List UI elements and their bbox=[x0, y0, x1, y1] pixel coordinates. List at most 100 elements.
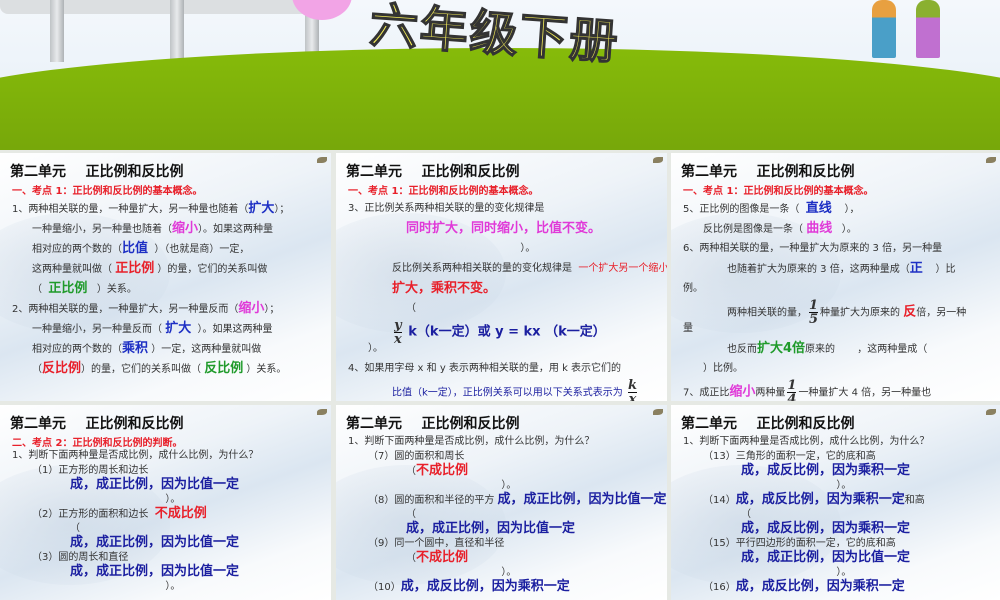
question-text: （ bbox=[70, 522, 80, 534]
question-text: ）。 bbox=[741, 479, 852, 491]
question-text: 反比例是图像是一条（ bbox=[703, 224, 807, 235]
question-text: ）的量，它们的关系叫做 bbox=[154, 264, 268, 275]
answer-text: 比值（k一定），正比例关系可以用以下关系式表示为 bbox=[392, 387, 626, 399]
question-text: 也随着扩大为原来的 3 倍，这两种量成（ bbox=[727, 264, 910, 275]
fraction: 14 bbox=[787, 379, 797, 401]
question-text: ）（也就是商）一定， bbox=[148, 244, 250, 255]
text-line: （10）成，成反比例，因为乘积一定 bbox=[348, 579, 661, 595]
slide-thumbnail[interactable]: 第二单元 正比例和反比例 1、判断下面两种量是否成比例，成什么比例，为什么？ （7… bbox=[336, 405, 667, 600]
answer-text: 曲线 bbox=[806, 221, 833, 236]
bird-icon bbox=[986, 157, 996, 163]
fraction-denominator: 5 bbox=[809, 312, 819, 327]
text-line: 比值（k一定），正比例关系可以用以下关系式表示为 kx bbox=[348, 379, 661, 401]
text-line: （ bbox=[348, 299, 661, 319]
question-text: 相对应的两个数的（ bbox=[32, 244, 122, 255]
answer-text: 不成比例 bbox=[154, 506, 207, 521]
text-line: （2）正方形的面积和边长 不成比例 bbox=[12, 506, 325, 522]
slide-thumbnail[interactable]: 第二单元 正比例和反比例 1、判断下面两种量是否成比例，成什么比例，为什么？ （1… bbox=[671, 405, 1000, 600]
slide-thumbnail[interactable]: 第二单元 正比例和反比例 一、考点 1：正比例和反比例的基本概念。 5、正比例的图… bbox=[671, 153, 1000, 401]
question-text: 2、两种相关联的量，一种量扩大，另一种量反而（ bbox=[12, 304, 239, 315]
question-text: ）的量，它们的关系叫做（ bbox=[81, 364, 205, 375]
answer-text: 成，成反比例，因为乘积一定 bbox=[400, 579, 570, 594]
title-banner: 六年级下册 bbox=[0, 0, 1000, 150]
text-line: （不成比例 bbox=[348, 463, 661, 479]
question-text: 6、两种相关联的量，一种量扩大为原来的 3 倍，另一种量 bbox=[683, 243, 943, 254]
slide-thumbnail[interactable]: 第二单元 正比例和反比例 一、考点 1：正比例和反比例的基本概念。 1、两种相关联… bbox=[0, 153, 331, 401]
answer-text: 正比例 bbox=[48, 281, 88, 296]
question-text: （9）同一个圆中，直径和半径 bbox=[368, 537, 505, 549]
question-text: ）关系。 bbox=[243, 364, 287, 375]
fraction: 15 bbox=[809, 299, 819, 327]
slide-thumbnail[interactable]: 第二单元 正比例和反比例 一、考点 1：正比例和反比例的基本概念。 3、正比例关系… bbox=[336, 153, 667, 401]
answer-text: 成，成反比例，因为乘积一定 bbox=[741, 463, 911, 478]
text-line: 成，成正比例，因为比值一定 bbox=[683, 550, 994, 566]
slide-title: 第二单元 正比例和反比例 bbox=[10, 416, 184, 432]
bird-icon bbox=[653, 157, 663, 163]
question-text: （ bbox=[32, 284, 49, 295]
answer-text: 成，成正比例，因为比值一定 bbox=[497, 492, 667, 507]
answer-text: 成，成正比例，因为比值一定 bbox=[741, 550, 911, 565]
text-line: （9）同一个圆中，直径和半径 bbox=[348, 537, 661, 552]
question-text: 原来的 ，这两种量成（ bbox=[805, 344, 928, 355]
question-text: 5、正比例的图像是一条（ bbox=[683, 204, 806, 215]
text-line: 同时扩大，同时缩小，比值不变。 bbox=[348, 219, 661, 239]
question-text: ）。 bbox=[368, 343, 383, 354]
question-text: （ bbox=[32, 364, 42, 375]
question-text: 两种量 bbox=[755, 387, 786, 399]
question-text: 1、判断下面两种量是否成比例，成什么比例，为什么？ bbox=[12, 450, 259, 461]
text-line: （16）成，成反比例，因为乘积一定 bbox=[683, 579, 994, 595]
slide-body: 1、判断下面两种量是否成比例，成什么比例，为什么？ （7）圆的面积和周长 （不成比例… bbox=[348, 435, 667, 595]
question-text: （3）圆的周长和直径 bbox=[32, 551, 129, 563]
slide-subtitle: 一、考点 1：正比例和反比例的基本概念。 bbox=[348, 186, 539, 197]
text-line: 5、正比例的图像是一条（ 直线 ）， bbox=[683, 199, 994, 219]
fraction-denominator: x bbox=[628, 392, 637, 401]
text-line: 成，成正比例，因为比值一定 bbox=[348, 521, 661, 537]
text-line: 两种相关联的量， 1 5 种量扩大为原来的 反倍，另一种 bbox=[683, 299, 994, 326]
question-text: 量 bbox=[683, 323, 693, 334]
question-text: ）； bbox=[274, 204, 290, 215]
answer-text: 直线 bbox=[805, 201, 832, 216]
answer-text: 不成比例 bbox=[416, 550, 469, 565]
slide-title: 第二单元 正比例和反比例 bbox=[346, 164, 520, 180]
balloon-illustration bbox=[292, 0, 352, 20]
answer-text: 成，成反比例，因为乘积一定 bbox=[741, 521, 911, 536]
text-line: 量 bbox=[683, 319, 994, 339]
question-text: ）。 bbox=[406, 566, 517, 578]
text-line: 7、成正比缩小两种量 1 4 一种量扩大 4 倍，另一种量也 bbox=[683, 379, 994, 401]
text-line: （3）圆的周长和直径 bbox=[12, 551, 325, 566]
question-text: ）。 bbox=[406, 243, 536, 254]
question-text: ）关系。 bbox=[87, 284, 137, 295]
question-text: （ bbox=[406, 466, 416, 477]
text-line: ）。 bbox=[12, 493, 325, 508]
answer-text: 成，成反比例，因为乘积一定 bbox=[735, 579, 905, 594]
text-line: （ bbox=[12, 522, 325, 537]
question-text: （15）平行四边形的面积一定，它的底和高 bbox=[703, 537, 896, 549]
answer-text: 正 bbox=[909, 261, 923, 276]
text-line: （ 正比例 ）关系。 bbox=[12, 279, 325, 299]
question-text: ）。如果这两种量 bbox=[191, 324, 273, 335]
question-text: 7、成正比 bbox=[683, 387, 730, 399]
slide-body: 5、正比例的图像是一条（ 直线 ）， 反比例是图像是一条（ 曲线 ）。 6、两种相关… bbox=[683, 199, 994, 401]
text-line: 成，成反比例，因为乘积一定 bbox=[683, 521, 994, 537]
question-text: （ bbox=[406, 303, 416, 314]
answer-text: 成，成正比例，因为比值一定 bbox=[70, 477, 240, 492]
text-line: ）。 bbox=[348, 239, 661, 259]
slide-body: 1、判断下面两种量是否成比例，成什么比例，为什么？ （13）三角形的面积一定，它的… bbox=[683, 435, 994, 595]
answer-text: 成，成正比例，因为比值一定 bbox=[70, 564, 240, 579]
text-line: yx k（k一定）或 y = kx （k一定） bbox=[348, 319, 661, 346]
question-text: ）。 bbox=[70, 493, 181, 505]
question-text: 一种量缩小，另一种量反而（ bbox=[32, 324, 166, 335]
answer-text: 成，成正比例，因为比值一定 bbox=[70, 535, 240, 550]
question-text: （14） bbox=[703, 495, 736, 506]
text-line: ）。 bbox=[348, 479, 661, 494]
text-line: 相对应的两个数的（乘积 ）一定，这两种量就叫做 bbox=[12, 339, 325, 359]
slide-subtitle: 二、考点 2：正比例和反比例的判断。 bbox=[12, 438, 183, 449]
text-line: （ bbox=[348, 508, 661, 523]
slide-subtitle: 一、考点 1：正比例和反比例的基本概念。 bbox=[683, 186, 874, 197]
text-line: 反比例是图像是一条（ 曲线 ）。 bbox=[683, 219, 994, 239]
question-text: 1、判断下面两种量是否成比例，成什么比例，为什么？ bbox=[348, 436, 595, 447]
text-line: 2、两种相关联的量，一种量扩大，另一种量反而（缩小）； bbox=[12, 299, 325, 319]
question-text: 这两种量就叫做（ bbox=[32, 264, 116, 275]
text-line: （14）成，成反比例，因为乘积一定和高 bbox=[683, 492, 994, 508]
slide-thumbnail[interactable]: 第二单元 正比例和反比例 二、考点 2：正比例和反比例的判断。 1、判断下面两种量… bbox=[0, 405, 331, 600]
